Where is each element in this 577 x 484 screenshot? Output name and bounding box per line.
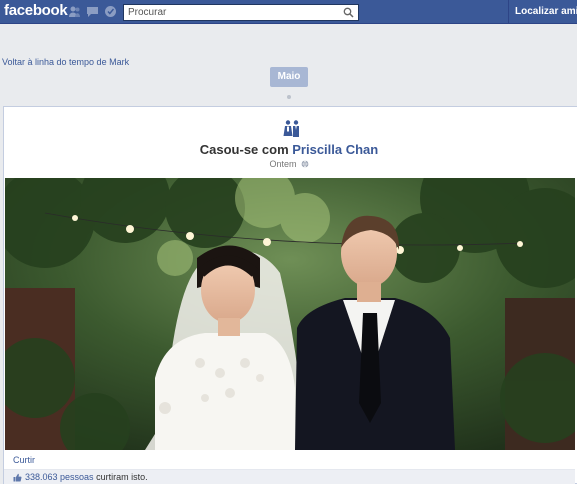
event-date-text[interactable]: Ontem <box>269 159 296 169</box>
search-icon[interactable] <box>343 7 354 18</box>
back-to-timeline-link[interactable]: Voltar à linha do tempo de Mark <box>2 57 129 67</box>
friend-requests-icon[interactable] <box>68 5 81 18</box>
messages-icon[interactable] <box>86 5 99 18</box>
facebook-logo[interactable]: facebook <box>4 2 68 19</box>
event-date: Ontem <box>4 159 574 169</box>
search-input[interactable] <box>124 5 334 20</box>
person-link[interactable]: Priscilla Chan <box>292 142 378 157</box>
likes-count-link[interactable]: 338.063 pessoas <box>25 472 94 482</box>
search-box <box>123 4 359 21</box>
likes-text: 338.063 pessoas curtiram isto. <box>25 472 148 482</box>
life-event-card: Casou-se com Priscilla Chan Ontem Curtir… <box>3 106 577 484</box>
timeline-dot <box>287 95 291 99</box>
likes-suffix: curtiram isto. <box>93 472 148 482</box>
thumbs-up-icon <box>13 473 22 482</box>
timeline-month-marker[interactable]: Maio <box>270 67 308 87</box>
event-title: Casou-se com Priscilla Chan <box>4 142 574 157</box>
find-friends-link[interactable]: Localizar amigos <box>508 0 577 24</box>
globe-icon[interactable] <box>301 160 309 168</box>
wedding-photo[interactable] <box>5 178 575 450</box>
likes-summary: 338.063 pessoas curtiram isto. <box>4 470 575 484</box>
story-actions: Curtir <box>4 450 575 470</box>
wedding-couple-icon <box>283 120 299 137</box>
notifications-icon[interactable] <box>104 5 117 18</box>
like-button[interactable]: Curtir <box>13 455 35 465</box>
top-bar: facebook Localizar amigos <box>0 0 577 24</box>
event-title-prefix: Casou-se com <box>199 142 293 157</box>
notification-jewels <box>68 5 117 18</box>
